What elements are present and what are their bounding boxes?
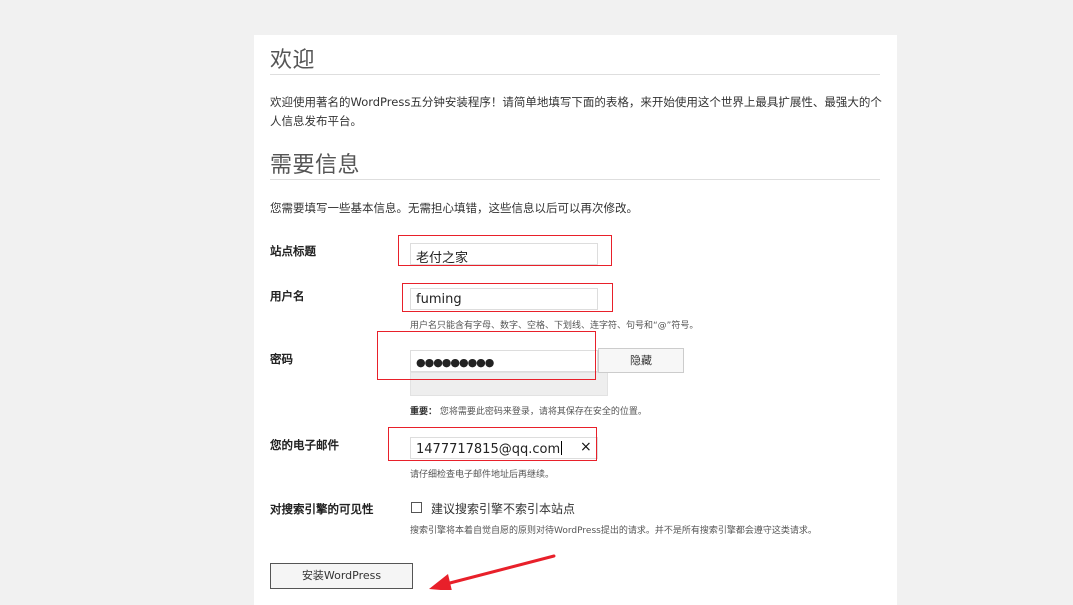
password-hint-text: 您将需要此密码来登录，请将其保存在安全的位置。 [439,407,647,417]
email-hint: 请仔细检查电子邮件地址后再继续。 [410,470,555,480]
info-heading: 需要信息 [270,153,361,178]
divider [270,74,880,75]
noindex-checkbox-label[interactable]: 建议搜索引擎不索引本站点 [431,500,575,517]
visibility-label: 对搜索引擎的可见性 [270,502,374,516]
visibility-hint: 搜索引擎将本着自觉自愿的原则对待WordPress提出的请求。并不是所有搜索引擎… [410,526,817,536]
password-hint-strong: 重要： [410,407,438,417]
noindex-checkbox[interactable] [411,502,422,513]
username-label: 用户名 [270,289,305,303]
password-label: 密码 [270,352,293,366]
info-text: 您需要填写一些基本信息。无需担心填错，这些信息以后可以再次修改。 [270,201,638,215]
site-title-label: 站点标题 [270,244,316,258]
hide-password-button[interactable]: 隐藏 [598,348,684,373]
annotation-arrow [429,554,556,590]
username-hint: 用户名只能含有字母、数字、空格、下划线、连字符、句号和“@”符号。 [410,321,699,331]
annotation-box-site-title [398,235,612,266]
password-hint: 重要： 您将需要此密码来登录，请将其保存在安全的位置。 [410,404,647,417]
install-form-card: 欢迎 欢迎使用著名的WordPress五分钟安装程序！请简单地填写下面的表格，来… [254,35,897,605]
welcome-heading: 欢迎 [270,48,316,73]
annotation-box-password [377,331,596,380]
welcome-text: 欢迎使用著名的WordPress五分钟安装程序！请简单地填写下面的表格，来开始使… [270,95,882,128]
divider [270,179,880,180]
email-label: 您的电子邮件 [270,438,339,452]
annotation-box-username [402,283,613,312]
install-wordpress-button[interactable]: 安装WordPress [270,563,413,589]
annotation-box-email [388,427,597,461]
